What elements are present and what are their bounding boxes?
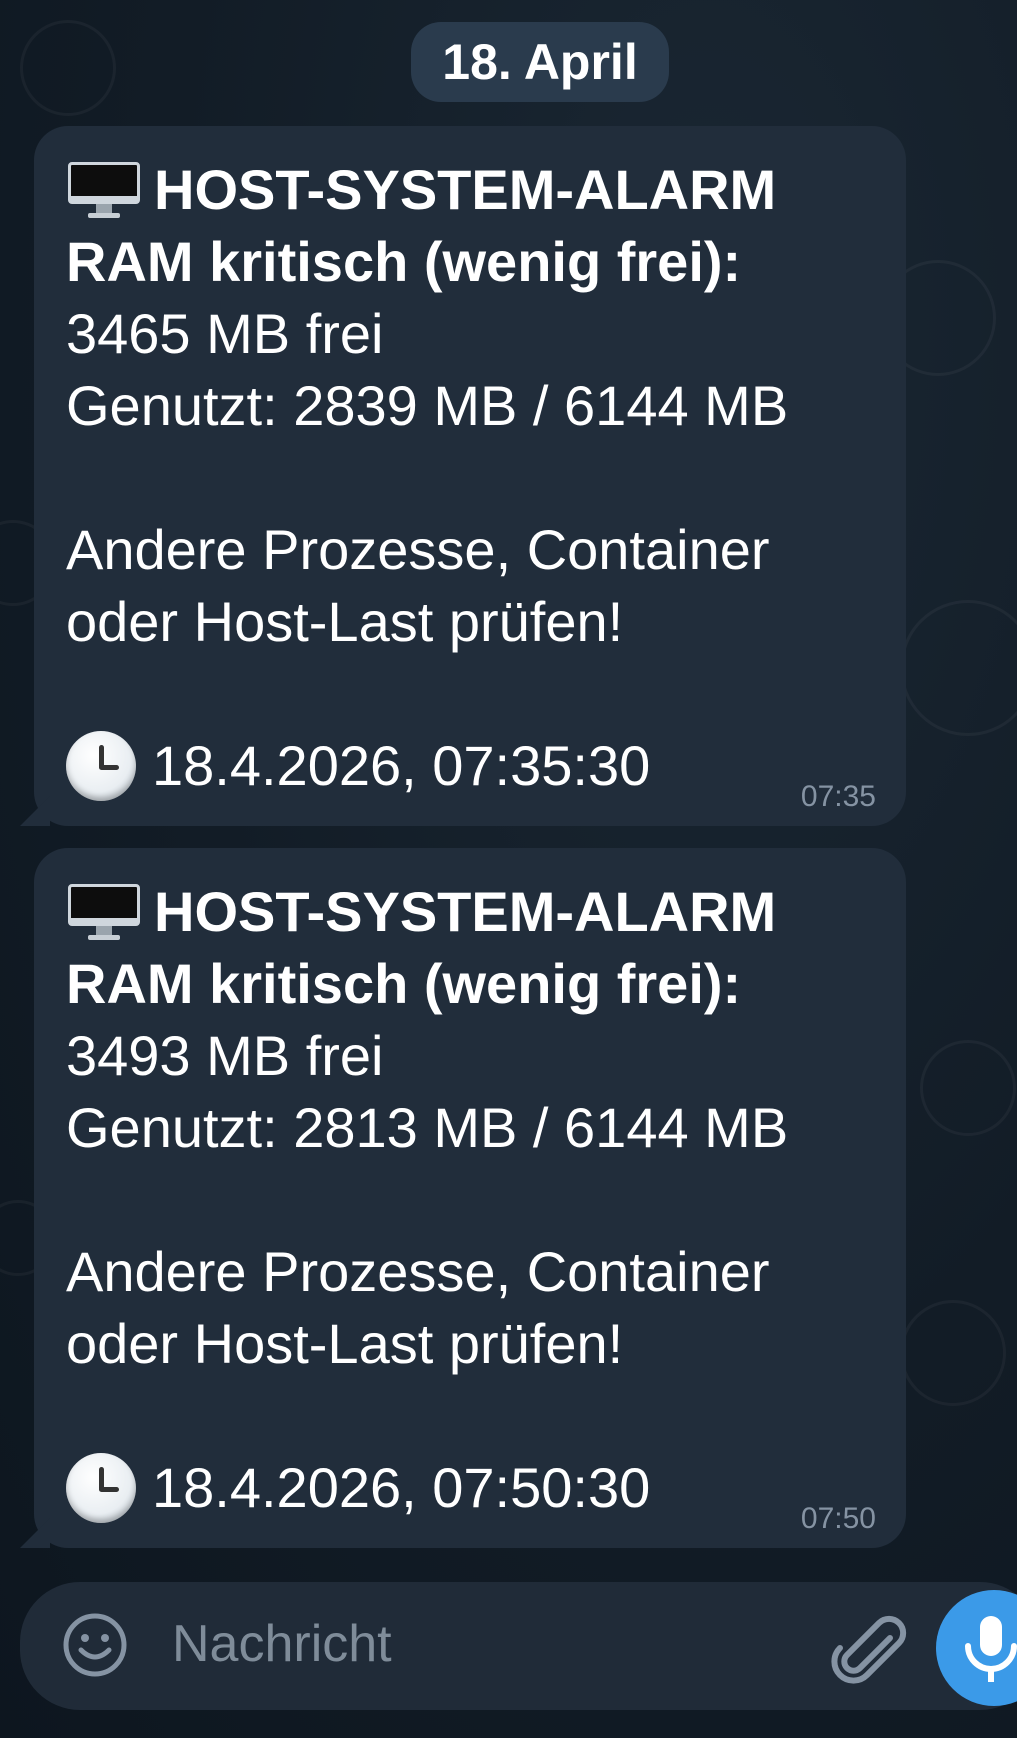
message-timestamp: 18.4.2026, 07:50:30 <box>152 1456 651 1519</box>
message-time: 07:50 <box>800 1502 876 1535</box>
message-title: HOST-SYSTEM-ALARM <box>154 880 777 943</box>
message-subtitle: RAM kritisch (wenig frei): <box>66 230 742 293</box>
clock-icon <box>66 1453 136 1523</box>
advice-line-1: Andere Prozesse, Container <box>66 1240 770 1303</box>
timestamp-line: 18.4.2026, 07:35:30 <box>66 730 872 802</box>
advice-line-2: oder Host-Last prüfen! <box>66 1312 624 1375</box>
advice-line-2: oder Host-Last prüfen! <box>66 590 624 653</box>
message-title: HOST-SYSTEM-ALARM <box>154 158 777 221</box>
desktop-computer-icon <box>66 882 142 942</box>
timestamp-line: 18.4.2026, 07:50:30 <box>66 1452 872 1524</box>
advice-line-1: Andere Prozesse, Container <box>66 518 770 581</box>
microphone-icon <box>965 1616 1017 1682</box>
ram-free: 3493 MB frei <box>66 1024 384 1087</box>
message-subtitle: RAM kritisch (wenig frei): <box>66 952 742 1015</box>
desktop-computer-icon <box>66 160 142 220</box>
message-bubble[interactable]: HOST-SYSTEM-ALARM RAM kritisch (wenig fr… <box>20 126 906 826</box>
message-title-line: HOST-SYSTEM-ALARM <box>66 154 872 226</box>
message-title-line: HOST-SYSTEM-ALARM <box>66 876 872 948</box>
ram-free: 3465 MB frei <box>66 302 384 365</box>
emoji-icon[interactable] <box>62 1612 128 1678</box>
clock-icon <box>66 731 136 801</box>
message-bubble[interactable]: HOST-SYSTEM-ALARM RAM kritisch (wenig fr… <box>20 848 906 1548</box>
ram-used: Genutzt: 2813 MB / 6144 MB <box>66 1096 789 1159</box>
message-timestamp: 18.4.2026, 07:35:30 <box>152 734 651 797</box>
attach-icon[interactable] <box>828 1608 908 1688</box>
ram-used: Genutzt: 2839 MB / 6144 MB <box>66 374 789 437</box>
message-time: 07:35 <box>800 780 876 813</box>
date-separator: 18. April <box>411 22 669 102</box>
message-input[interactable]: Nachricht <box>172 1614 392 1674</box>
